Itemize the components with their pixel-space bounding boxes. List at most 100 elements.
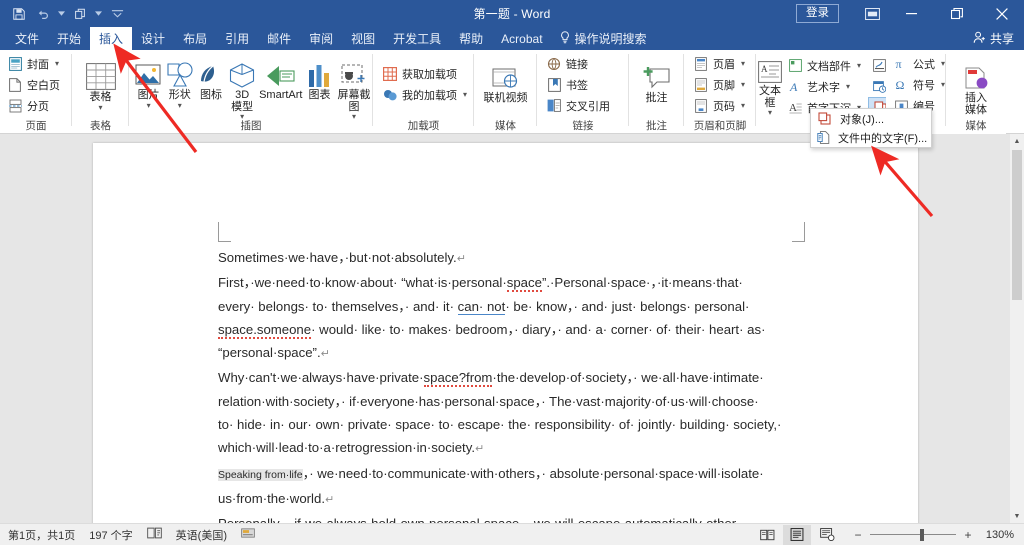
date-time-icon xyxy=(871,79,887,95)
ribbon-item-label: 表格 xyxy=(89,91,112,103)
symbol-icon: Ω xyxy=(893,77,909,93)
chevron-down-icon[interactable]: ▾ xyxy=(741,80,745,89)
language-label[interactable]: 英语(美国) xyxy=(176,527,227,543)
text-box-icon: A xyxy=(758,59,782,84)
equation-icon: π xyxy=(893,56,909,72)
ribbon-item-screenshot[interactable]: 屏幕截图 ▾ xyxy=(335,54,373,121)
doc-paragraph: space.someone· would· like· to· makes· b… xyxy=(218,318,804,341)
ribbon-item-smartart[interactable]: SmartArt xyxy=(258,54,304,102)
scroll-up-icon[interactable]: ▲ xyxy=(1010,134,1024,148)
ribbon-item-pictures[interactable]: 图片 ▾ xyxy=(133,54,164,109)
doc-text-run: · be· know，· and· just· belongs· persona… xyxy=(505,298,750,314)
menu-item-text-from-file[interactable]: 文件中的文字(F)... xyxy=(811,128,931,147)
ime-mode-icon[interactable] xyxy=(241,527,255,542)
zoom-slider[interactable] xyxy=(870,528,956,542)
zoom-out-button[interactable]: − xyxy=(853,528,863,542)
ribbon-item-cross-reference[interactable]: 交叉引用 xyxy=(543,95,629,116)
chevron-down-icon[interactable]: ▾ xyxy=(846,82,850,91)
tab-design[interactable]: 设计 xyxy=(132,27,174,50)
ribbon-item-page-number[interactable]: 页码 ▾ xyxy=(690,95,756,116)
bookmark-icon xyxy=(546,77,562,93)
signature-line-icon xyxy=(871,58,887,74)
tab-layout[interactable]: 布局 xyxy=(174,27,216,50)
read-mode-view-button[interactable] xyxy=(753,525,781,545)
ribbon-item-online-video[interactable]: 联机视频 xyxy=(477,57,535,105)
tab-file[interactable]: 文件 xyxy=(6,27,48,50)
tell-me-search[interactable]: 操作说明搜索 xyxy=(552,27,655,50)
svg-text:A: A xyxy=(789,80,798,93)
zoom-slider-thumb[interactable] xyxy=(920,528,924,541)
scrollbar-thumb[interactable] xyxy=(1012,150,1022,300)
ribbon-item-page-break[interactable]: 分页 xyxy=(4,95,72,116)
web-layout-view-button[interactable] xyxy=(813,525,841,545)
ribbon-display-options-icon[interactable] xyxy=(855,0,889,27)
ribbon-item-quick-parts[interactable]: 文档部件 ▾ xyxy=(784,55,864,76)
ribbon-item-label: 页脚 xyxy=(713,79,735,92)
menu-item-object[interactable]: 对象(J)... xyxy=(811,109,931,128)
minimize-button[interactable] xyxy=(889,0,934,27)
doc-text-run: Personally，· if·we·always·hold·own·perso… xyxy=(218,516,741,523)
restore-button[interactable] xyxy=(934,0,979,27)
ribbon-item-chart[interactable]: 图表 xyxy=(304,54,335,102)
ribbon-item-my-addins[interactable]: 我的加载项 ▾ xyxy=(379,84,474,105)
zoom-level-label[interactable]: 130% xyxy=(980,529,1014,541)
ribbon-item-cover-page[interactable]: 封面 ▾ xyxy=(4,53,72,74)
sign-in-button[interactable]: 登录 xyxy=(796,3,839,24)
zoom-control: − + 130% xyxy=(853,528,1014,542)
ribbon-item-text-box[interactable]: A 文本框 ▾ xyxy=(758,57,782,117)
ribbon-item-label: 我的加载项 xyxy=(402,89,457,102)
ribbon-item-bookmark[interactable]: 书签 xyxy=(543,74,629,95)
tab-references[interactable]: 引用 xyxy=(216,27,258,50)
vertical-scrollbar[interactable]: ▲ ▼ xyxy=(1010,134,1024,523)
tab-insert[interactable]: 插入 xyxy=(90,27,133,50)
tab-home[interactable]: 开始 xyxy=(48,27,90,50)
ribbon-item-link[interactable]: 链接 xyxy=(543,53,629,74)
ribbon-item-label: 获取加载项 xyxy=(402,68,457,81)
chevron-down-icon[interactable]: ▾ xyxy=(178,101,182,109)
document-body-text[interactable]: Sometimes·we·have，·but·not·absolutely.↵ … xyxy=(218,246,804,523)
tab-developer[interactable]: 开发工具 xyxy=(384,27,450,50)
doc-paragraph: which·will·lead·to·a·retrogression·in·so… xyxy=(218,436,804,461)
chevron-down-icon[interactable]: ▾ xyxy=(741,59,745,68)
close-button[interactable] xyxy=(979,0,1024,27)
chevron-down-icon[interactable]: ▾ xyxy=(98,103,102,111)
page-info-label[interactable]: 第1页，共1页 xyxy=(8,527,75,543)
tab-help[interactable]: 帮助 xyxy=(450,27,492,50)
chevron-down-icon[interactable]: ▾ xyxy=(463,90,467,99)
ribbon-item-footer[interactable]: 页脚 ▾ xyxy=(690,74,756,95)
ribbon-group-header-footer: 页眉 ▾ 页脚 ▾ 页码 ▾ 页眉和页脚 xyxy=(684,50,756,134)
print-layout-view-button[interactable] xyxy=(783,524,811,545)
doc-text-run: ，· we·need·to·communicate·with·others，· … xyxy=(302,465,764,481)
tab-view[interactable]: 视图 xyxy=(342,27,384,50)
word-count-label[interactable]: 197 个字 xyxy=(89,527,132,543)
chevron-down-icon[interactable]: ▾ xyxy=(857,61,861,70)
tab-review[interactable]: 审阅 xyxy=(300,27,342,50)
chevron-down-icon[interactable]: ▾ xyxy=(147,101,151,109)
ribbon-item-insert-media[interactable]: 插入 媒体 xyxy=(950,57,1002,116)
chevron-down-icon[interactable]: ▾ xyxy=(741,101,745,110)
zoom-in-button[interactable]: + xyxy=(963,528,973,542)
tab-mailings[interactable]: 邮件 xyxy=(258,27,300,50)
ribbon-group-label: 媒体 xyxy=(495,120,516,132)
share-button[interactable]: 共享 xyxy=(973,30,1014,47)
chevron-down-icon[interactable]: ▾ xyxy=(768,109,772,117)
proofing-errors-icon[interactable] xyxy=(146,527,162,542)
ribbon-item-table[interactable]: 表格 ▾ xyxy=(75,56,127,111)
doc-text-run: ·the·develop·of·society，· we·all·have·in… xyxy=(492,370,764,386)
document-page[interactable]: Sometimes·we·have，·but·not·absolutely.↵ … xyxy=(93,143,918,523)
tab-acrobat[interactable]: Acrobat xyxy=(492,27,551,50)
ribbon-item-header[interactable]: 页眉 ▾ xyxy=(690,53,756,74)
ribbon-item-blank-page[interactable]: 空白页 xyxy=(4,74,72,95)
chevron-down-icon[interactable]: ▾ xyxy=(55,59,59,68)
ribbon-item-shapes[interactable]: 形状 ▾ xyxy=(164,54,195,109)
ribbon-item-equation[interactable]: π 公式 ▾ xyxy=(890,53,946,74)
ribbon-item-new-comment[interactable]: 批注 xyxy=(632,57,682,105)
ribbon-item-symbol[interactable]: Ω 符号 ▾ xyxy=(890,74,946,95)
ribbon-item-3d-model[interactable]: 3D 模型 ▾ xyxy=(227,54,258,121)
scroll-down-icon[interactable]: ▼ xyxy=(1010,509,1024,523)
ribbon-item-icons[interactable]: 图标 xyxy=(195,54,226,101)
ribbon-group-label: 媒体 xyxy=(965,120,987,132)
ribbon-item-wordart[interactable]: A 艺术字 ▾ xyxy=(784,76,864,97)
ribbon-item-get-addins[interactable]: 获取加载项 xyxy=(379,63,474,84)
ribbon-item-label: 空白页 xyxy=(27,79,60,92)
